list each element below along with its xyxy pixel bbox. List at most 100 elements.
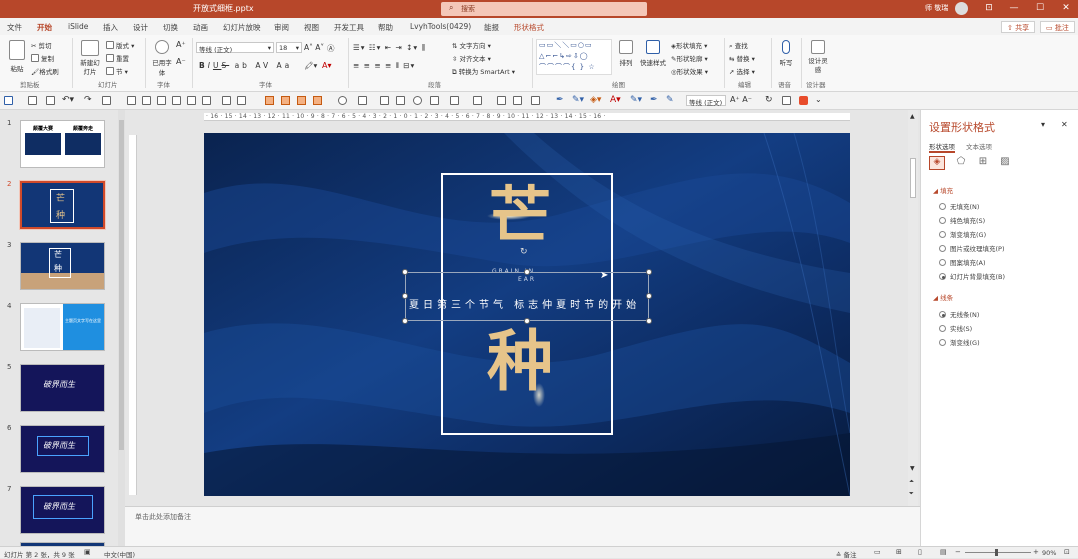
section-button[interactable]: 节 ▾ bbox=[106, 66, 128, 76]
align-buttons[interactable]: ≡ ≡ ≡ ≡ ⫴ ⊟▾ bbox=[353, 61, 415, 71]
select-button[interactable]: ➚ 选择 ▾ bbox=[729, 66, 755, 76]
user-name[interactable]: 师 敬瑞 bbox=[925, 3, 948, 13]
group-icon[interactable] bbox=[265, 96, 274, 105]
fill-option-pattern[interactable]: 图案填充(A) bbox=[939, 257, 986, 267]
fill-option-picture[interactable]: 图片或纹理填充(P) bbox=[939, 243, 1005, 253]
avatar[interactable] bbox=[955, 2, 968, 15]
effects-pentagon-icon[interactable]: ⬠ bbox=[953, 156, 969, 170]
align-top-icon[interactable] bbox=[172, 96, 181, 105]
scroll-up-icon[interactable]: ▲ bbox=[910, 113, 915, 120]
connector-icon[interactable] bbox=[450, 96, 459, 105]
resize-handle[interactable] bbox=[646, 318, 652, 324]
reset-button[interactable]: 重置 bbox=[106, 53, 129, 63]
text-box-icon[interactable] bbox=[782, 96, 791, 105]
close-icon[interactable]: ✕ bbox=[1061, 120, 1068, 129]
chart-icon[interactable] bbox=[531, 96, 540, 105]
zoom-slider-thumb[interactable] bbox=[995, 549, 998, 556]
rotate-icon[interactable] bbox=[473, 96, 482, 105]
fill-option-gradient[interactable]: 渐变填充(G) bbox=[939, 229, 986, 239]
fit-to-window-icon[interactable]: ⊡ bbox=[1064, 548, 1070, 556]
refresh-icon[interactable]: ↻ bbox=[765, 95, 773, 105]
slideshow-icon[interactable]: ▤ bbox=[940, 548, 947, 556]
radio-button[interactable] bbox=[939, 231, 946, 238]
restore-button[interactable]: ☐ bbox=[1028, 1, 1052, 17]
dictate-button[interactable]: 听写 bbox=[777, 40, 795, 67]
paste-button[interactable]: 粘贴 bbox=[6, 40, 28, 73]
radio-button-selected[interactable] bbox=[939, 273, 946, 280]
tab-shape-format[interactable]: 形状格式 bbox=[514, 22, 544, 33]
strikethrough-icon[interactable]: S bbox=[221, 61, 229, 70]
search-box[interactable]: ⌕ 搜索 bbox=[441, 2, 647, 16]
shape-combine-icon[interactable] bbox=[358, 96, 367, 105]
radio-button-selected[interactable] bbox=[939, 311, 946, 318]
resize-handle[interactable] bbox=[646, 293, 652, 299]
slide-thumbnail-3[interactable]: 芒 种 bbox=[20, 242, 105, 290]
font-color-icon[interactable]: A▾ bbox=[322, 61, 332, 70]
tab-review[interactable]: 审阅 bbox=[274, 22, 289, 33]
size-properties-icon[interactable]: ⊞ bbox=[975, 156, 991, 170]
resize-handle[interactable] bbox=[646, 269, 652, 275]
align-center-icon[interactable] bbox=[142, 96, 151, 105]
regroup-icon[interactable] bbox=[297, 96, 306, 105]
slide-canvas[interactable]: 芒 GRAIN IN EAR 夏日第三个节气 标志仲夏时节的开始 ↻ ➤ 种 bbox=[204, 133, 850, 496]
increase-font-size-icon[interactable]: A˄ A˅ bbox=[304, 43, 324, 52]
thumbnail-scrollbar[interactable] bbox=[118, 110, 125, 546]
islide-icon[interactable] bbox=[799, 96, 808, 105]
radio-button[interactable] bbox=[939, 339, 946, 346]
zoom-out-icon[interactable]: − bbox=[955, 548, 961, 556]
resize-handle[interactable] bbox=[524, 269, 530, 275]
tab-lvyhtools[interactable]: LvyhTools(0429) bbox=[410, 22, 471, 31]
text-color-icon[interactable]: A▾ bbox=[610, 95, 621, 105]
radio-button[interactable] bbox=[939, 245, 946, 252]
title-char-top[interactable]: 芒 bbox=[489, 185, 551, 247]
pen-icon[interactable]: ✎▾ bbox=[572, 95, 584, 105]
design-ideas-button[interactable]: 设计灵感 bbox=[807, 40, 829, 75]
align-text-button[interactable]: ⇳ 对齐文本 ▾ bbox=[452, 53, 491, 63]
tab-help[interactable]: 帮助 bbox=[378, 22, 393, 33]
fill-section-header[interactable]: ◢ 填充 bbox=[933, 185, 953, 195]
rectangle-icon[interactable] bbox=[380, 96, 389, 105]
scrollbar-thumb[interactable] bbox=[119, 120, 124, 450]
text-direction-button[interactable]: ⇅ 文字方向 ▾ bbox=[452, 40, 491, 50]
next-slide-icon[interactable]: ⏷ bbox=[909, 490, 914, 498]
shapes-gallery[interactable]: ▭▭＼＼▭○▭ △⌐⌐↳⇨⇩◯ ⌒⌒⌒⌒{ } ☆ bbox=[536, 39, 612, 75]
fill-option-solid[interactable]: 纯色填充(S) bbox=[939, 215, 985, 225]
tab-view[interactable]: 视图 bbox=[304, 22, 319, 33]
align-right-icon[interactable] bbox=[157, 96, 166, 105]
eyedropper-icon[interactable]: ✒ bbox=[650, 95, 658, 105]
shape-union-icon[interactable] bbox=[338, 96, 347, 105]
slideshow-icon[interactable] bbox=[102, 96, 111, 105]
replace-button[interactable]: ⇆ 替换 ▾ bbox=[729, 53, 755, 63]
picture-icon[interactable] bbox=[513, 96, 522, 105]
font-name-field[interactable]: 等线 (正文) ▾ bbox=[196, 42, 274, 54]
clear-formatting-icon[interactable]: Ⓐ bbox=[327, 43, 335, 54]
grow-font-icon[interactable]: A⁺ bbox=[176, 40, 186, 49]
slide-thumbnail-1[interactable]: 颠覆大赛 颠覆奔走 bbox=[20, 120, 105, 168]
rounded-rectangle-icon[interactable] bbox=[396, 96, 405, 105]
spellcheck-icon[interactable]: ▣ bbox=[84, 548, 91, 556]
pane-options-icon[interactable]: ▾ bbox=[1041, 120, 1045, 129]
tab-animations[interactable]: 动画 bbox=[193, 22, 208, 33]
shape-effects-button[interactable]: ◎形状效果 ▾ bbox=[671, 66, 708, 76]
scrollbar-thumb[interactable] bbox=[910, 158, 916, 198]
quick-styles-button[interactable]: 快速样式 bbox=[639, 40, 667, 67]
bold-icon[interactable]: B bbox=[199, 61, 208, 70]
font-size-field[interactable]: 18 ▾ bbox=[276, 42, 302, 53]
format-painter-icon[interactable]: ✎ bbox=[666, 95, 674, 105]
tab-islide[interactable]: iSlide bbox=[68, 22, 88, 31]
reading-view-icon[interactable]: ▯ bbox=[918, 548, 922, 556]
triangle-icon[interactable] bbox=[430, 96, 439, 105]
slide-thumbnail-4[interactable]: 主题页文字写在这里 bbox=[20, 303, 105, 351]
subtitle-textbox[interactable]: 夏日第三个节气 标志仲夏时节的开始 bbox=[405, 272, 649, 321]
fill-color-icon[interactable]: ◈▾ bbox=[590, 95, 601, 105]
merge-shapes-icon[interactable] bbox=[313, 96, 322, 105]
slide-thumbnail-5[interactable]: 破界而生 bbox=[20, 364, 105, 412]
oval-icon[interactable] bbox=[413, 96, 422, 105]
ribbon-display-options-icon[interactable]: ⊡ bbox=[977, 1, 1001, 17]
radio-button[interactable] bbox=[939, 203, 946, 210]
qat-font-field[interactable]: 等线 (正文) bbox=[686, 95, 726, 107]
shape-fill-button[interactable]: ◈形状填充 ▾ bbox=[671, 40, 707, 50]
slide-sorter-icon[interactable]: ⊞ bbox=[896, 548, 902, 556]
crop-icon[interactable] bbox=[497, 96, 506, 105]
save-icon[interactable] bbox=[46, 96, 55, 105]
